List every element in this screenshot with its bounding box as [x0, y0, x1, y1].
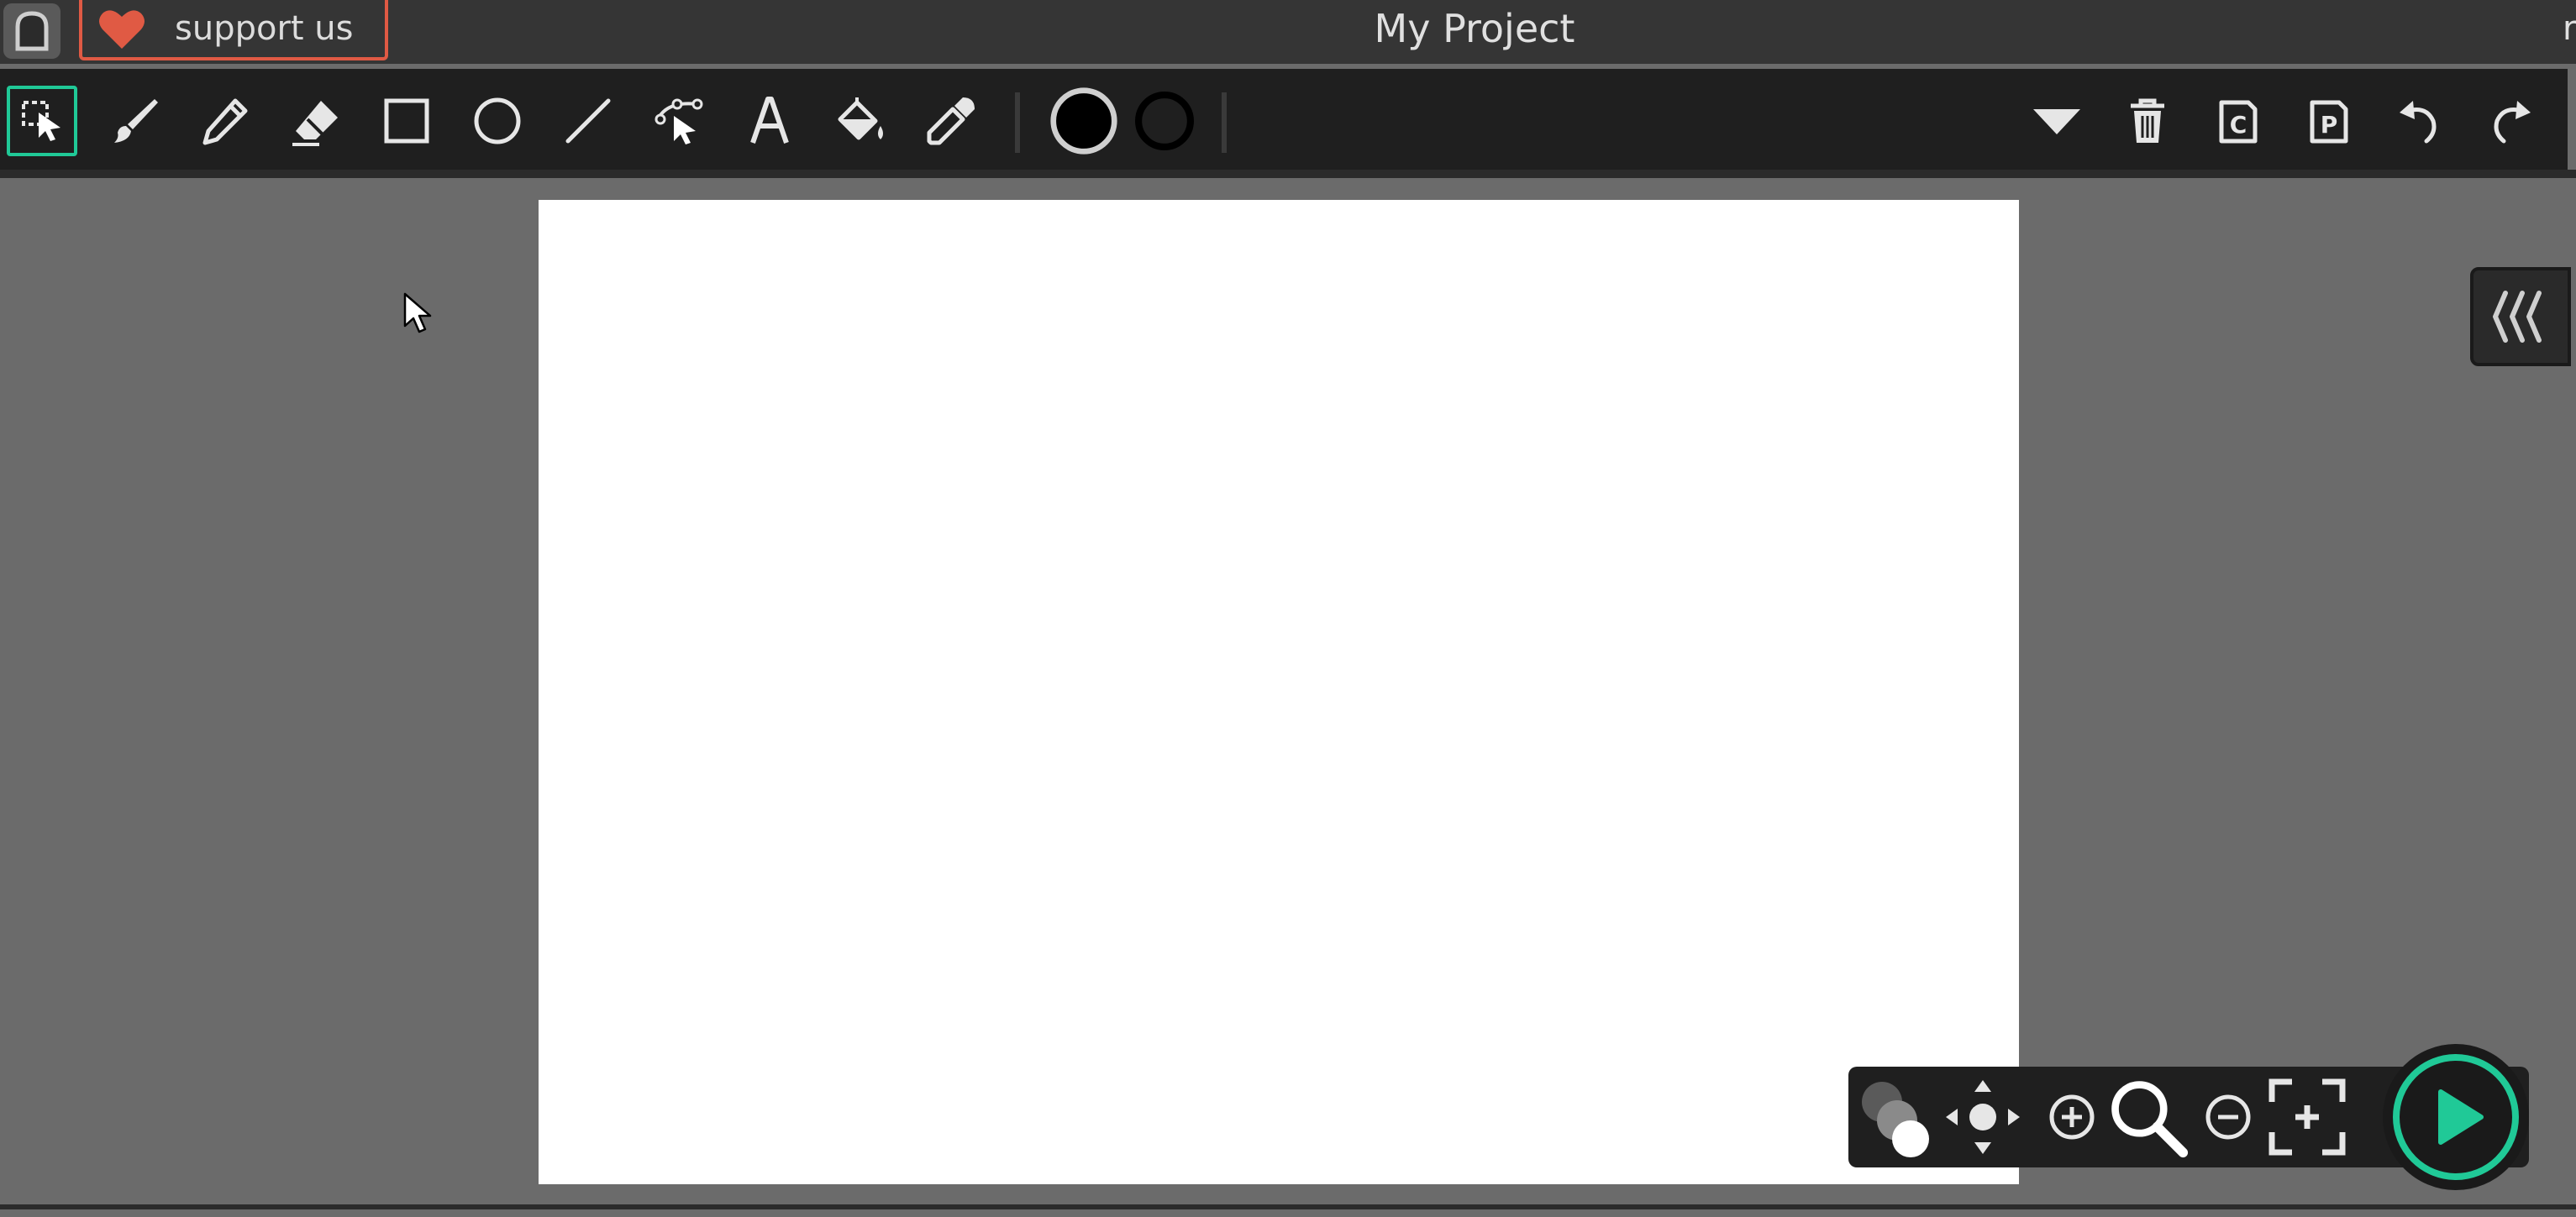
copy-icon: C [2219, 100, 2258, 144]
bottom-border [0, 1204, 2576, 1209]
circle-icon [474, 97, 521, 144]
support-us-button[interactable]: support us [79, 0, 388, 60]
line-icon [565, 98, 611, 144]
delete-button[interactable] [2112, 86, 2183, 156]
play-icon [2438, 1089, 2484, 1145]
support-us-label: support us [175, 9, 354, 48]
select-tool-button[interactable] [7, 86, 77, 156]
eraser-tool-button[interactable] [281, 86, 351, 156]
fit-to-screen-button[interactable] [2265, 1075, 2349, 1159]
toolbar-separator [1015, 92, 1020, 153]
drawing-canvas[interactable] [539, 200, 2019, 1184]
brush-tool-button[interactable] [99, 86, 170, 156]
rectangle-icon [384, 98, 429, 144]
expand-panel-button[interactable] [2470, 267, 2571, 366]
trash-icon [2131, 98, 2164, 143]
stroke-color-icon [1135, 92, 1194, 150]
pencil-tool-button[interactable] [190, 86, 260, 156]
play-button[interactable] [2383, 1044, 2529, 1190]
ellipse-tool-button[interactable] [462, 86, 533, 156]
fill-color-swatch[interactable] [1047, 84, 1121, 158]
fill-tool-button[interactable] [825, 86, 896, 156]
copy-button[interactable]: C [2203, 86, 2274, 156]
pan-arrows-icon [1946, 1080, 2020, 1154]
stroke-color-swatch[interactable] [1128, 84, 1201, 158]
redo-button[interactable] [2475, 86, 2546, 156]
paint-bucket-icon [838, 97, 883, 140]
triple-chevron-left-icon [2493, 291, 2542, 343]
undo-button[interactable] [2384, 86, 2455, 156]
undo-icon [2400, 101, 2437, 144]
heart-icon [97, 5, 148, 52]
paste-button[interactable]: P [2294, 86, 2364, 156]
svg-text:P: P [2321, 111, 2338, 139]
tool-bar: C P [0, 69, 2568, 170]
header-bar: support us My Project r [0, 0, 2576, 64]
zoom-out-icon [2205, 1094, 2251, 1140]
eyedropper-tool-button[interactable] [916, 86, 986, 156]
paste-icon: P [2310, 100, 2348, 144]
select-pointer-icon [22, 101, 60, 141]
text-icon [750, 97, 789, 144]
onion-skin-button[interactable] [1853, 1075, 1937, 1159]
toolbar-separator [1222, 92, 1227, 153]
eraser-icon [292, 101, 338, 146]
magnifier-icon [2111, 1081, 2189, 1158]
header-edge-text: r [2563, 9, 2576, 48]
fit-screen-icon [2268, 1078, 2346, 1156]
line-tool-button[interactable] [553, 86, 623, 156]
onion-skin-icon [1862, 1082, 1929, 1157]
rectangle-tool-button[interactable] [371, 86, 442, 156]
svg-text:C: C [2230, 111, 2247, 139]
mouse-cursor-icon [403, 292, 432, 333]
zoom-in-icon [2049, 1094, 2095, 1140]
app-logo-icon[interactable] [3, 3, 60, 59]
zoom-button[interactable] [2105, 1075, 2190, 1159]
path-edit-tool-button[interactable] [644, 86, 714, 156]
redo-icon [2494, 101, 2531, 144]
toolbar-border [0, 170, 2576, 178]
app-window: support us My Project r C P [0, 0, 2576, 1217]
more-options-button[interactable] [2021, 86, 2092, 156]
text-tool-button[interactable] [734, 86, 805, 156]
pencil-icon [202, 98, 248, 145]
pan-button[interactable] [1941, 1075, 2025, 1159]
path-pointer-icon [655, 98, 703, 144]
brush-icon [114, 99, 158, 143]
project-title[interactable]: My Project [1201, 0, 1748, 60]
fill-color-icon [1050, 87, 1117, 155]
chevron-down-icon [2033, 109, 2080, 134]
zoom-out-button[interactable] [2186, 1075, 2270, 1159]
zoom-in-button[interactable] [2030, 1075, 2114, 1159]
play-button-ring [2393, 1054, 2519, 1180]
eyedropper-icon [927, 97, 975, 145]
